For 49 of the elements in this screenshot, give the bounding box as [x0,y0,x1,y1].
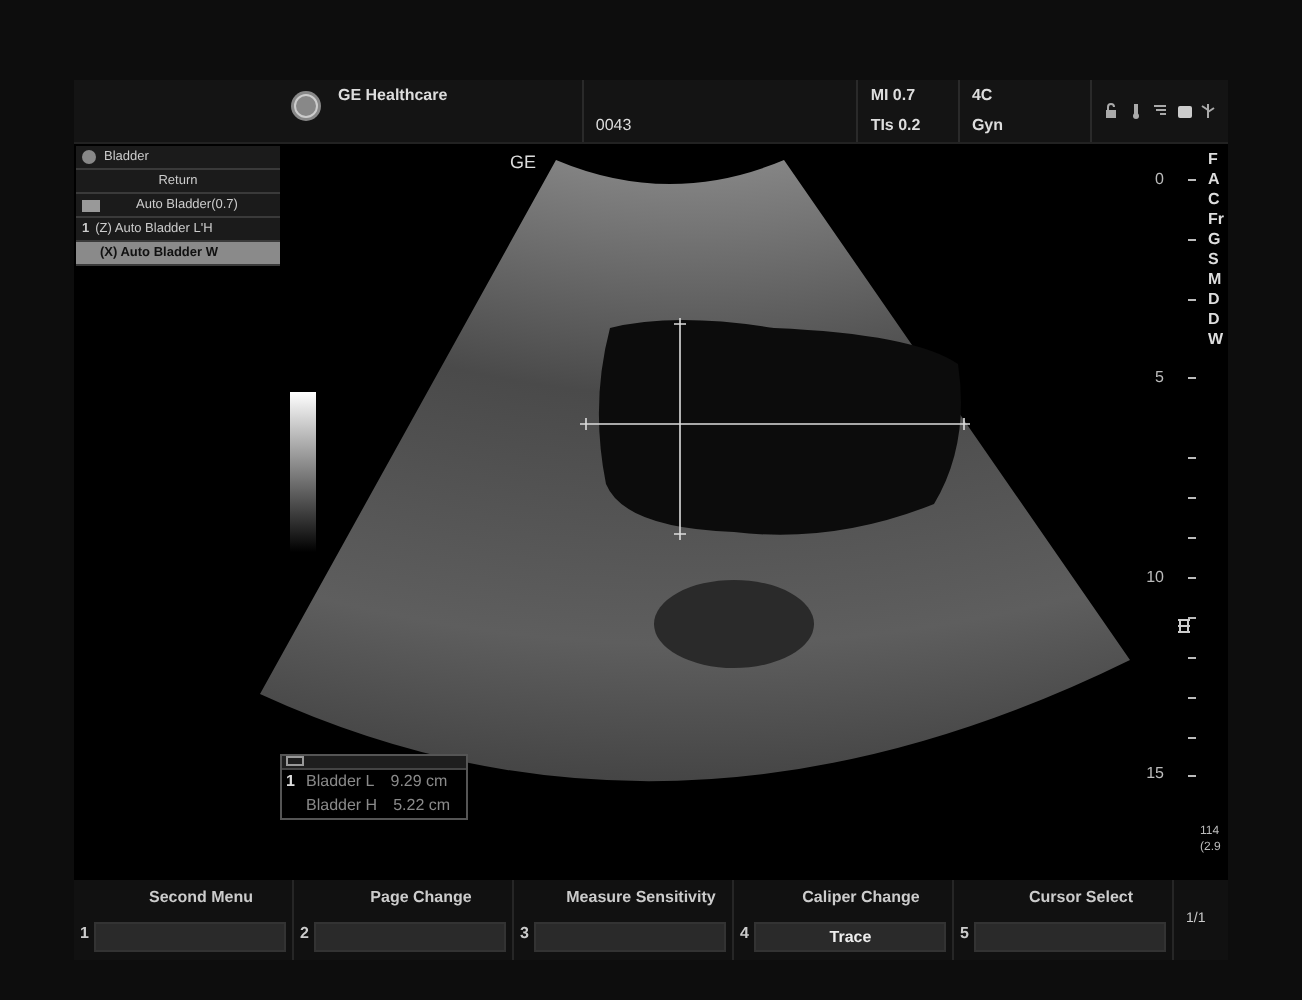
softkey-label: Page Change [368,886,474,910]
orientation-mark: GE [510,150,537,176]
softkey-label: Second Menu [146,886,255,910]
logo-icon [290,90,322,122]
tis-value: TIs 0.2 [870,114,923,138]
measurement-value: 9.29 cm [390,770,448,794]
mi-value: MI 0.7 [870,84,918,108]
softkey-number: 3 [520,922,529,946]
focus-marker-icon [1177,619,1191,633]
softkey-label: Cursor Select [1026,886,1136,910]
softkey-number: 4 [740,922,749,946]
softkey-number: 2 [300,922,309,946]
softkey-value[interactable]: Trace [754,922,946,952]
preset-name: Gyn [971,114,1005,138]
depth-label: 10 [1146,566,1164,590]
softkey-field[interactable] [974,922,1166,952]
folder-icon [82,199,100,211]
usb-icon [1200,102,1216,120]
softkey-label: Measure Sensitivity [564,886,718,910]
probe-name: 4C [971,84,995,108]
parameter-label: A [1208,168,1220,192]
softkey-field[interactable] [94,922,286,952]
softkey-label: Caliper Change [800,886,922,910]
softkey-field[interactable] [534,922,726,952]
parameter-label: G [1208,228,1221,252]
parameter-label: M [1208,268,1222,292]
depth-label: 5 [1155,366,1164,390]
parameter-label: D [1208,288,1220,312]
lock-icon [1104,102,1120,120]
depth-label: 0 [1155,168,1164,192]
parameter-label: Fr [1208,208,1224,232]
softkey-number: 5 [960,922,969,946]
measurement-value: 5.22 cm [393,794,451,818]
measurement-index: 1 [286,770,297,794]
parameter-label: W [1208,328,1224,352]
patient-id: 0043 [595,114,632,138]
caliper-icon [286,756,304,766]
parameter-label: S [1208,248,1219,272]
parameter-label: D [1208,308,1220,332]
softkey-field[interactable] [314,922,506,952]
parameter-label: C [1208,188,1220,212]
softkey-number: 1 [80,922,89,946]
measurement-label: Bladder L [306,770,375,794]
depth-label: 15 [1146,762,1164,786]
measurement-label: Bladder H [306,794,378,818]
thermometer-icon [1128,102,1144,120]
parameter-label: F [1208,148,1218,172]
logo-text: GE Healthcare [338,84,448,108]
mode-icon [82,150,96,164]
